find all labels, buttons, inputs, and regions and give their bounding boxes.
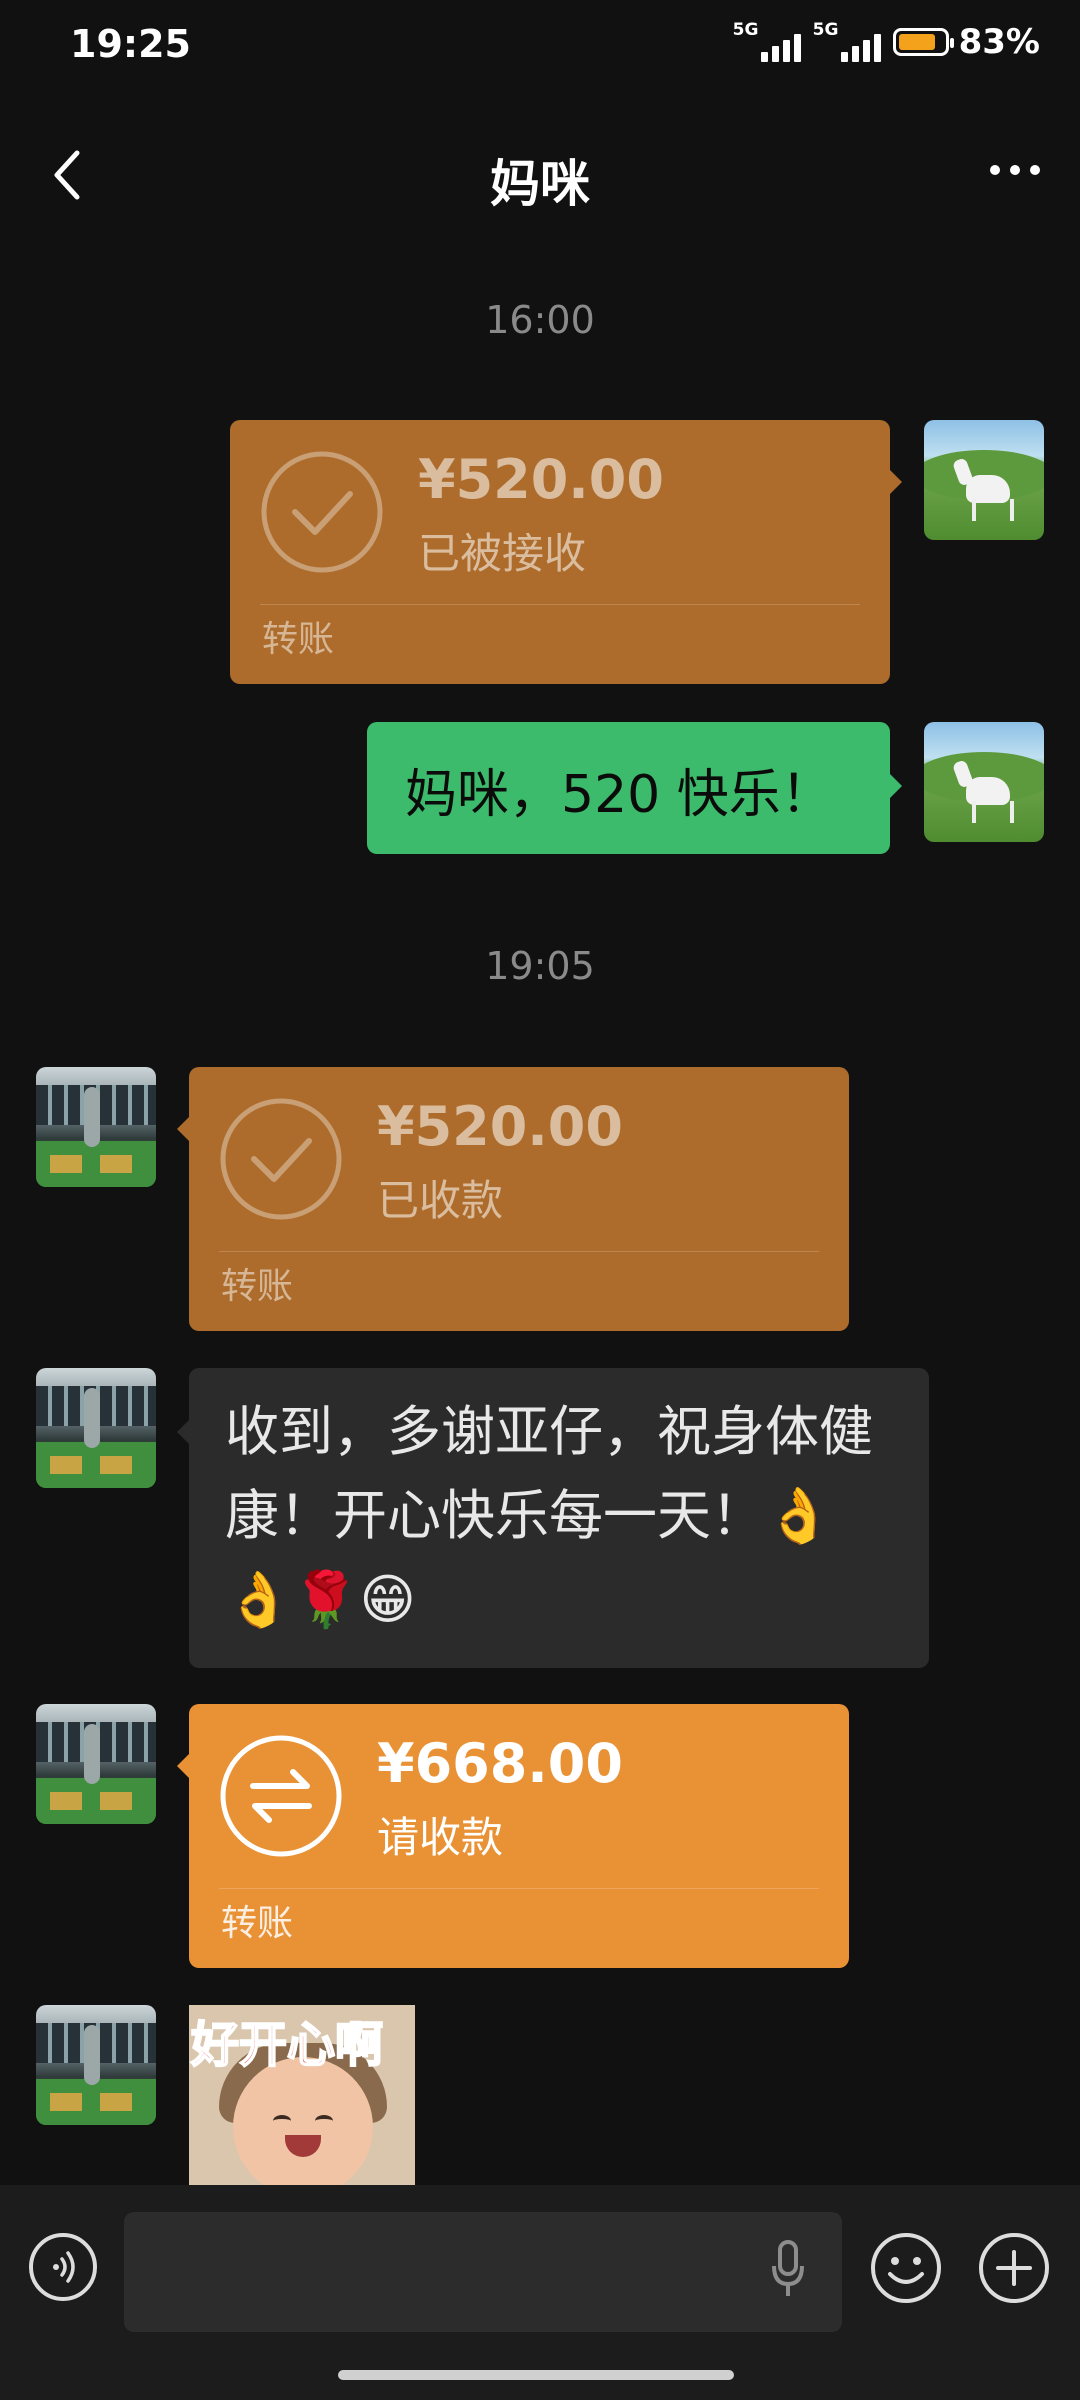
contact-avatar[interactable] (36, 1704, 156, 1824)
sticker-image[interactable]: 好开心啊 (189, 2005, 415, 2187)
voice-mode-icon[interactable] (28, 2232, 98, 2302)
message-input[interactable] (124, 2212, 842, 2332)
check-circle-icon (220, 1098, 342, 1220)
emoji-icon[interactable] (870, 2232, 942, 2304)
timestamp: 19:05 (485, 944, 595, 988)
transfer-status: 已被接收 (418, 529, 587, 578)
status-time: 19:25 (70, 22, 191, 66)
contact-avatar[interactable] (36, 2005, 156, 2125)
sticker-caption: 好开心啊 (190, 2016, 384, 2074)
network-type-label: 5G (732, 20, 759, 40)
timestamp: 16:00 (485, 298, 595, 342)
plus-icon[interactable] (978, 2232, 1050, 2304)
status-bar: 19:25 5G 5G 83% (0, 0, 1080, 90)
status-indicators: 5G 5G 83% (732, 20, 1040, 62)
contact-message-bubble[interactable]: 收到，多谢亚仔，祝身体健康！开心快乐每一天！👌👌🌹😁 (177, 1368, 929, 1668)
microphone-icon[interactable] (770, 2240, 806, 2300)
contact-avatar[interactable] (36, 1368, 156, 1488)
message-text: 妈咪，520 快乐！ (405, 765, 833, 825)
transfer-label: 转账 (221, 1266, 294, 1307)
battery-percent: 83% (958, 22, 1040, 62)
transfer-arrows-icon (220, 1735, 342, 1857)
transfer-label: 转账 (262, 619, 335, 660)
transfer-card[interactable]: ¥668.00 请收款 转账 (177, 1704, 849, 1968)
chat-title: 妈咪 (490, 155, 590, 213)
transfer-card[interactable]: ¥520.00 已被接收 转账 (230, 420, 902, 684)
message-text: 收到，多谢亚仔，祝身体健康！开心快乐每一天！👌👌🌹😁 (225, 1400, 873, 1631)
transfer-label: 转账 (221, 1903, 294, 1944)
signal-icon: 5G (812, 20, 883, 62)
network-type-label: 5G (812, 20, 839, 40)
my-avatar[interactable] (924, 722, 1044, 842)
home-indicator[interactable] (338, 2370, 734, 2380)
transfer-amount: ¥668.00 (377, 1732, 623, 1795)
transfer-status: 已收款 (377, 1176, 504, 1225)
my-message-bubble[interactable]: 妈咪，520 快乐！ (367, 722, 902, 854)
contact-avatar[interactable] (36, 1067, 156, 1187)
transfer-amount: ¥520.00 (377, 1095, 623, 1158)
transfer-amount: ¥520.00 (418, 448, 664, 511)
more-dots-icon[interactable] (990, 165, 1040, 175)
transfer-card[interactable]: ¥520.00 已收款 转账 (177, 1067, 849, 1331)
transfer-status: 请收款 (377, 1813, 504, 1862)
signal-icon: 5G (732, 20, 803, 62)
chat-header: 妈咪 (0, 120, 1080, 230)
check-circle-icon (261, 451, 383, 573)
battery-icon (892, 28, 954, 56)
my-avatar[interactable] (924, 420, 1044, 540)
